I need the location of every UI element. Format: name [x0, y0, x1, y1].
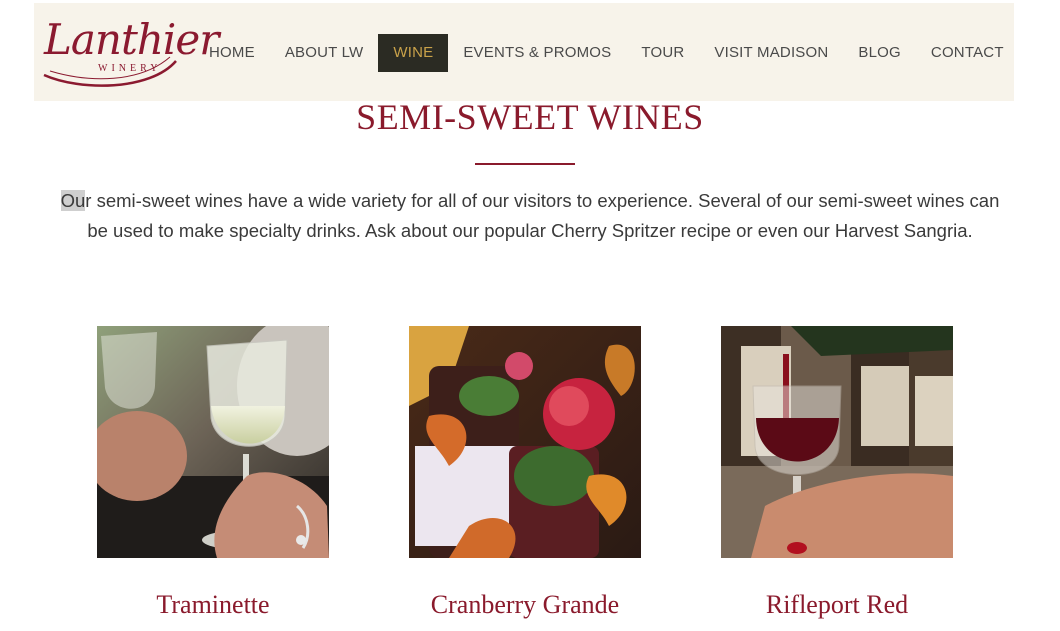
intro-text: r semi-sweet wines have a wide variety f… — [85, 190, 1000, 241]
wine-card-cranberry-grande[interactable]: Cranberry Grande — [409, 326, 641, 619]
nav-wine[interactable]: WINE — [378, 34, 449, 72]
selected-text: Ou — [60, 190, 86, 211]
traminette-photo[interactable] — [97, 326, 329, 558]
title-divider — [475, 163, 575, 165]
site-header: Lanthier WINERY HOME ABOUT LW WINE EVENT… — [34, 3, 1014, 101]
nav-tour[interactable]: TOUR — [626, 34, 699, 72]
nav-events-promos[interactable]: EVENTS & PROMOS — [448, 34, 626, 72]
wine-name[interactable]: Rifleport Red — [681, 590, 993, 620]
nav-visit-madison[interactable]: VISIT MADISON — [699, 34, 843, 72]
lanthier-winery-logo[interactable]: Lanthier WINERY — [40, 13, 219, 91]
nav-about[interactable]: ABOUT LW — [270, 34, 379, 72]
rifleport-red-photo[interactable] — [721, 326, 953, 558]
wine-card-traminette[interactable]: Traminette — [97, 326, 329, 619]
intro-paragraph: Our semi-sweet wines have a wide variety… — [60, 186, 1000, 246]
logo-subtitle: WINERY — [98, 63, 162, 74]
wine-name[interactable]: Traminette — [57, 590, 369, 620]
page-title: SEMI-SWEET WINES — [356, 97, 704, 137]
cranberry-grande-photo[interactable] — [409, 326, 641, 558]
nav-home[interactable]: HOME — [194, 34, 270, 72]
wine-card-rifleport-red[interactable]: Rifleport Red — [721, 326, 953, 619]
nav-blog[interactable]: BLOG — [843, 34, 915, 72]
wine-name[interactable]: Cranberry Grande — [369, 590, 681, 620]
nav-contact[interactable]: CONTACT — [916, 34, 1019, 72]
main-navigation: HOME ABOUT LW WINE EVENTS & PROMOS TOUR … — [194, 34, 1019, 72]
logo-wordmark: Lanthier — [44, 15, 219, 64]
